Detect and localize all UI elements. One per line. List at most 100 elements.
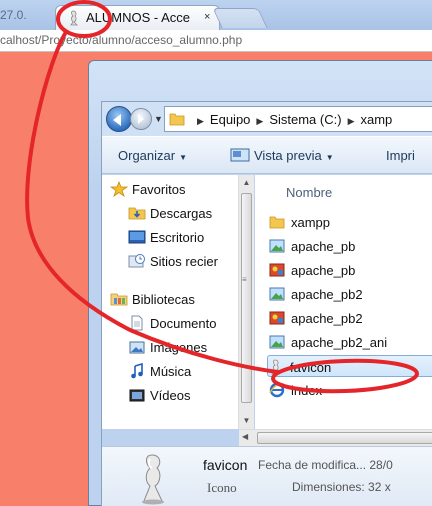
list-item[interactable]: apache_pb2 <box>269 307 432 329</box>
explorer-body: ▼ ▶ Equipo ▶ Sistema (C:) ▶ xamp Organizar ▼ V… <box>101 101 432 506</box>
details-pane: favicon Icono Fecha de modifica... 28/0 … <box>102 446 432 506</box>
organize-label: Organizar <box>118 148 176 163</box>
list-item[interactable]: apache_pb2 <box>269 283 432 305</box>
nav-label: Vídeos <box>150 388 191 403</box>
details-dimensions: Dimensiones: 32 x <box>292 480 391 494</box>
documents-icon <box>131 315 143 331</box>
nav-label: Escritorio <box>150 230 205 245</box>
nav-item-imagenes[interactable]: Imágenes <box>128 339 207 355</box>
print-button[interactable]: Impri <box>386 148 415 163</box>
nav-item-sitios-recientes[interactable]: Sitios recier <box>128 253 218 269</box>
file-list-hscrollbar[interactable]: ◀ <box>239 429 432 446</box>
tab-close-icon[interactable]: × <box>204 11 210 23</box>
recent-places-icon <box>128 254 145 268</box>
list-item[interactable]: index <box>269 379 432 401</box>
history-dropdown-icon[interactable]: ▼ <box>154 114 163 124</box>
breadcrumb-xampp[interactable]: xamp <box>360 112 392 127</box>
nav-label: Descargas <box>150 206 213 221</box>
browser-tabstrip: 27.0. ALUMNOS - Acce × <box>0 0 432 30</box>
list-item[interactable]: apache_pb <box>269 235 432 257</box>
paint-file-icon <box>269 263 285 277</box>
new-tab-button[interactable] <box>212 8 268 28</box>
file-name: apache_pb <box>291 239 356 254</box>
image-file-icon <box>269 287 285 301</box>
folder-icon <box>169 113 185 126</box>
paint-file-icon <box>269 311 285 325</box>
list-item[interactable]: apache_pb <box>269 259 432 281</box>
list-item[interactable]: apache_pb2_ani <box>269 331 432 353</box>
nav-pane-scrollbar[interactable]: ▲ ≡ ▼ <box>238 175 254 429</box>
nav-item-musica[interactable]: Música <box>128 363 191 379</box>
chevron-down-icon: ▼ <box>179 153 187 162</box>
nav-libraries-label: Bibliotecas <box>132 292 195 307</box>
list-item-selected[interactable]: favicon <box>267 355 432 377</box>
previous-tab-fragment[interactable]: 27.0. <box>0 8 27 22</box>
preview-icon <box>230 148 250 162</box>
ie-file-icon <box>269 382 285 398</box>
forward-button[interactable] <box>130 108 152 130</box>
url-text: calhost/Proyecto/alumno/acceso_alumno.ph… <box>0 33 243 47</box>
file-name: favicon <box>290 360 332 375</box>
file-name: apache_pb2 <box>291 311 363 326</box>
navigation-pane: Favoritos Descargas Escritorio Sitios re… <box>102 175 254 429</box>
address-bar[interactable]: calhost/Proyecto/alumno/acceso_alumno.ph… <box>0 30 432 52</box>
folder-icon <box>269 216 285 229</box>
pictures-icon <box>129 341 145 354</box>
favicon-icon <box>70 10 78 26</box>
details-file-name: favicon <box>203 457 248 473</box>
desktop-icon <box>128 230 146 244</box>
chevron-right-icon[interactable]: ▶ <box>256 116 263 126</box>
breadcrumb[interactable]: ▶ Equipo ▶ Sistema (C:) ▶ xamp <box>164 106 432 132</box>
nav-label: Música <box>150 364 192 379</box>
column-header-name[interactable]: Nombre <box>286 185 332 200</box>
chevron-right-icon: ▶ <box>197 116 204 126</box>
explorer-address-row: ▼ ▶ Equipo ▶ Sistema (C:) ▶ xamp <box>102 102 432 136</box>
scroll-down-icon[interactable]: ▼ <box>239 413 254 429</box>
favicon-preview-icon <box>142 454 164 505</box>
breadcrumb-sistema[interactable]: Sistema (C:) <box>269 112 341 127</box>
scrollbar-thumb[interactable] <box>241 193 252 403</box>
nav-item-videos[interactable]: Vídeos <box>128 387 190 403</box>
breadcrumb-equipo[interactable]: Equipo <box>210 112 250 127</box>
preview-menu[interactable]: Vista previa ▼ <box>230 148 334 163</box>
chevron-right-icon[interactable]: ▶ <box>348 116 355 126</box>
details-file-type: Icono <box>207 480 237 495</box>
favicon-file-icon <box>271 359 280 375</box>
scroll-left-icon[interactable]: ◀ <box>242 432 248 441</box>
file-list: Nombre xampp apache_pb apache_pb apache_… <box>255 175 432 429</box>
file-name: index <box>291 383 323 398</box>
image-file-icon <box>269 239 285 253</box>
nav-item-escritorio[interactable]: Escritorio <box>128 229 204 245</box>
nav-favorites-label: Favoritos <box>132 182 186 197</box>
star-icon <box>110 181 128 197</box>
command-bar: Organizar ▼ Vista previa ▼ Impri <box>102 136 432 174</box>
downloads-folder-icon <box>128 207 146 220</box>
nav-item-documentos[interactable]: Documento <box>128 315 216 331</box>
grip-icon: ≡ <box>242 275 247 284</box>
nav-label: Imágenes <box>150 340 208 355</box>
list-item[interactable]: xampp <box>269 211 432 233</box>
explorer-window: ▼ ▶ Equipo ▶ Sistema (C:) ▶ xamp Organizar ▼ V… <box>88 60 432 506</box>
videos-icon <box>129 389 145 402</box>
nav-label: Documento <box>150 316 217 331</box>
browser-tab-active[interactable]: ALUMNOS - Acce × <box>55 5 220 30</box>
nav-label: Sitios recier <box>150 254 218 269</box>
scrollbar-thumb[interactable] <box>257 432 432 444</box>
file-name: xampp <box>291 215 331 230</box>
chevron-down-icon: ▼ <box>325 153 334 162</box>
music-icon <box>131 363 143 379</box>
file-name: apache_pb <box>291 263 356 278</box>
file-name: apache_pb2_ani <box>291 335 388 350</box>
scroll-up-icon[interactable]: ▲ <box>239 175 254 191</box>
back-button[interactable] <box>106 106 132 132</box>
nav-item-descargas[interactable]: Descargas <box>128 205 212 221</box>
nav-favorites[interactable]: Favoritos <box>110 181 185 197</box>
nav-bibliotecas[interactable]: Bibliotecas <box>110 291 195 307</box>
details-modified: Fecha de modifica... 28/0 <box>258 458 393 472</box>
file-name: apache_pb2 <box>291 287 363 302</box>
image-file-icon <box>269 335 285 349</box>
organize-menu[interactable]: Organizar ▼ <box>118 148 187 163</box>
preview-label: Vista previa <box>254 148 322 163</box>
tab-title: ALUMNOS - Acce <box>86 10 191 25</box>
libraries-icon <box>110 293 128 306</box>
